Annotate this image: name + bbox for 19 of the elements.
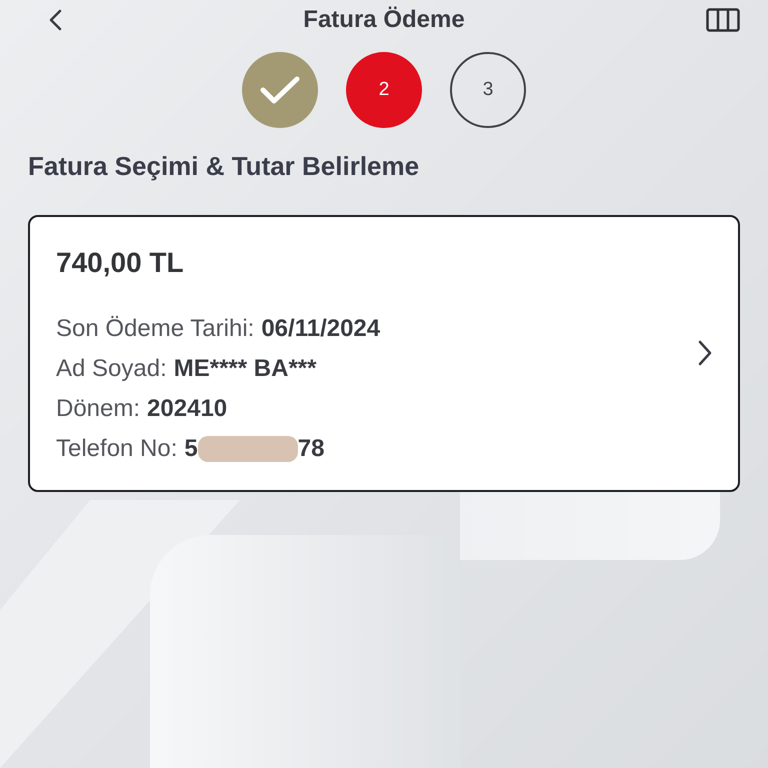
field-value: 78 <box>298 434 324 464</box>
table-icon[interactable] <box>706 8 740 32</box>
field-label: Son Ödeme Tarihi: <box>56 314 254 344</box>
section-title: Fatura Seçimi & Tutar Belirleme <box>28 151 420 181</box>
bill-amount: 740,00 TL <box>56 247 185 279</box>
bill-card[interactable]: 740,00 TL Son Ödeme Tarihi: 06/11/2024 Ad Soyad: ME**** BA*** Dönem: 202410 Telefon No: 5 78 <box>28 215 740 492</box>
field-value: 5 <box>184 434 198 464</box>
field-value: 202410 <box>147 394 228 424</box>
field-value: ME**** BA*** <box>174 354 316 384</box>
field-value: 06/11/2024 <box>261 314 380 344</box>
field-label: Dönem: <box>56 394 140 424</box>
check-icon <box>260 76 300 104</box>
page-title: Fatura Ödeme <box>303 5 465 35</box>
step-indicator: 2 <box>346 52 422 128</box>
step-indicator: 3 <box>450 52 526 128</box>
field-label: Ad Soyad: <box>56 354 167 384</box>
chevron-right-icon <box>698 340 712 366</box>
back-icon[interactable] <box>48 9 62 31</box>
field-label: Telefon No: <box>56 434 178 464</box>
